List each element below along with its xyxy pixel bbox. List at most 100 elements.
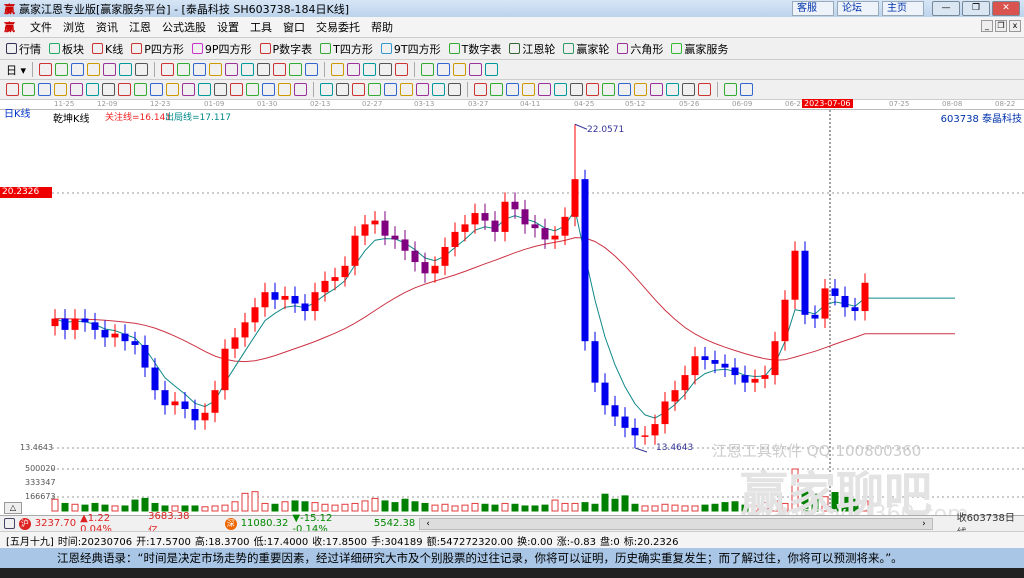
mdi-restore-button[interactable]: ❐ (995, 20, 1007, 32)
network-icon[interactable] (485, 63, 499, 76)
table2-icon[interactable] (432, 83, 445, 96)
yinyang-icon[interactable] (724, 83, 737, 96)
cycle-icon[interactable] (39, 63, 53, 76)
link-forum[interactable]: 论坛 (837, 1, 879, 16)
mdi-close-button[interactable]: x (1009, 20, 1021, 32)
close-button[interactable]: ✕ (992, 1, 1020, 16)
toolbar-button-sector[interactable]: 板块 (49, 41, 84, 57)
square-icon[interactable] (352, 83, 365, 96)
menu-formula[interactable]: 公式选股 (162, 19, 206, 35)
save-icon[interactable] (437, 63, 451, 76)
candle-icon[interactable] (103, 63, 117, 76)
ab-icon[interactable] (586, 83, 599, 96)
prev-icon[interactable] (193, 63, 207, 76)
percent-icon[interactable] (506, 83, 519, 96)
expand-icon[interactable] (289, 63, 303, 76)
menu-file[interactable]: 文件 (30, 19, 52, 35)
period-select[interactable]: 日 ▾ (6, 62, 26, 78)
f-line-icon[interactable] (634, 83, 647, 96)
zigzag-icon[interactable] (400, 83, 413, 96)
toolbar-button-quote-board[interactable]: 行情 (6, 41, 41, 57)
scroll-left-icon[interactable]: ‹ (426, 519, 430, 529)
angle2-icon[interactable] (384, 83, 397, 96)
speed-icon[interactable] (102, 83, 115, 96)
bars-icon[interactable] (71, 63, 85, 76)
calendar-icon[interactable] (55, 63, 69, 76)
toolbar-button-p-square[interactable]: P四方形 (131, 41, 184, 57)
wave-icon[interactable] (230, 83, 243, 96)
gold3-icon[interactable] (602, 83, 615, 96)
toolbar-button-kline[interactable]: K线 (92, 41, 123, 57)
line4-icon[interactable] (682, 83, 695, 96)
menu-trade[interactable]: 交易委托 (316, 19, 360, 35)
toolbar-button-p-number-table[interactable]: P数字表 (259, 41, 312, 57)
menu-window[interactable]: 窗口 (283, 19, 305, 35)
calculator-icon[interactable] (4, 518, 15, 529)
hand-icon[interactable] (331, 63, 345, 76)
fan-icon[interactable] (70, 83, 83, 96)
ray-icon[interactable] (336, 83, 349, 96)
parallel-icon[interactable] (134, 83, 147, 96)
next-icon[interactable] (209, 63, 223, 76)
bars2-icon[interactable] (87, 63, 101, 76)
gann-icon[interactable] (294, 83, 307, 96)
gold-level-icon[interactable] (554, 83, 567, 96)
node-icon[interactable] (379, 63, 393, 76)
line5-icon[interactable] (698, 83, 711, 96)
gold1-icon[interactable] (38, 83, 51, 96)
weight-icon[interactable] (119, 63, 133, 76)
cube-icon[interactable] (262, 83, 275, 96)
flag-icon[interactable] (135, 63, 149, 76)
table-icon[interactable] (416, 83, 429, 96)
toolbar-button-t-number-table[interactable]: T数字表 (448, 41, 501, 57)
line2-icon[interactable] (650, 83, 663, 96)
zoom-out-icon[interactable] (241, 63, 255, 76)
toolbar-button-t-square[interactable]: T四方形 (320, 41, 373, 57)
first-icon[interactable] (161, 63, 175, 76)
menu-news[interactable]: 资讯 (96, 19, 118, 35)
crosshair-icon[interactable] (347, 63, 361, 76)
last-icon[interactable] (177, 63, 191, 76)
toolbar-button-9p-square[interactable]: 9P四方形 (191, 41, 252, 57)
coin-icon[interactable] (538, 83, 551, 96)
disk-icon[interactable] (469, 63, 483, 76)
mdi-minimize-button[interactable]: _ (981, 20, 993, 32)
print-icon[interactable] (453, 63, 467, 76)
target-icon[interactable] (182, 83, 195, 96)
shift-right-icon[interactable] (273, 63, 287, 76)
toolbar-button-gann-wheel[interactable]: 江恩轮 (509, 41, 555, 57)
line-icon[interactable] (363, 63, 377, 76)
menu-help[interactable]: 帮助 (371, 19, 393, 35)
gold2-icon[interactable] (54, 83, 67, 96)
angle-icon[interactable] (166, 83, 179, 96)
grid-icon[interactable] (22, 83, 35, 96)
level-icon[interactable] (522, 83, 535, 96)
zoom-in-icon[interactable] (225, 63, 239, 76)
tree-icon[interactable] (395, 63, 409, 76)
toolbar-button-hexagon[interactable]: 六角形 (617, 41, 663, 57)
kline-chart[interactable]: 日K线 乾坤K线 关注线=16.141 出局线=17.117 603738 泰晶… (0, 109, 1024, 527)
box-icon[interactable] (214, 83, 227, 96)
minimize-button[interactable]: — (932, 1, 960, 16)
flag2-icon[interactable] (570, 83, 583, 96)
link-service[interactable]: 客服 (792, 1, 834, 16)
expand-panel-button[interactable]: △ (4, 502, 22, 514)
text-icon[interactable] (474, 83, 487, 96)
line1-icon[interactable] (618, 83, 631, 96)
link-home[interactable]: 主页 (882, 1, 924, 16)
circle-icon[interactable] (118, 83, 131, 96)
menu-gann[interactable]: 江恩 (129, 19, 151, 35)
menu-tools[interactable]: 工具 (250, 19, 272, 35)
horizontal-scrollbar[interactable]: ‹ › (419, 517, 933, 530)
n2-icon[interactable] (150, 83, 163, 96)
calc-icon[interactable] (421, 63, 435, 76)
rect-icon[interactable] (320, 83, 333, 96)
pen-icon[interactable] (6, 83, 19, 96)
star-icon[interactable] (198, 83, 211, 96)
infinity-icon[interactable] (740, 83, 753, 96)
lines-icon[interactable] (448, 83, 461, 96)
toolbar-button-winner-wheel[interactable]: 赢家轮 (563, 41, 609, 57)
matrix-icon[interactable] (278, 83, 291, 96)
menu-browse[interactable]: 浏览 (63, 19, 85, 35)
percent-fan-icon[interactable] (490, 83, 503, 96)
